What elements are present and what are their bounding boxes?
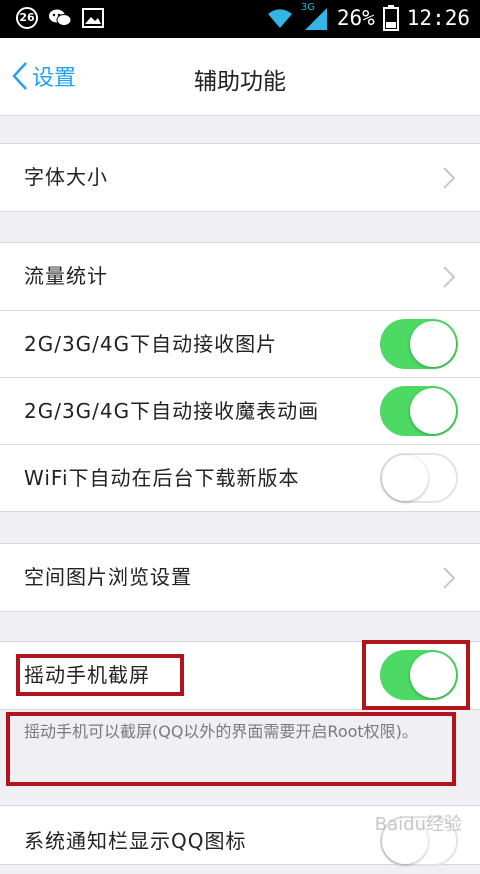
notification-badge-icon: 26	[16, 7, 38, 29]
battery-percent: 26%	[336, 6, 375, 30]
shake-screenshot-toggle[interactable]	[380, 650, 458, 700]
wechat-icon	[49, 9, 72, 26]
toggle-knob	[382, 455, 428, 501]
chevron-right-icon	[443, 167, 456, 189]
signal-icon	[304, 8, 327, 30]
toggle-knob	[410, 652, 456, 698]
auto-image-label: 2G/3G/4G下自动接收图片	[24, 332, 278, 356]
toggle-knob	[410, 388, 456, 434]
shake-group: 摇动手机截屏	[0, 641, 480, 710]
page-title: 辅助功能	[194, 69, 286, 95]
space-photo-label: 空间图片浏览设置	[24, 565, 192, 589]
traffic-stats-label: 流量统计	[24, 264, 108, 288]
shake-description: 摇动手机可以截屏(QQ以外的界面需要开启Root权限)。	[0, 709, 480, 805]
toggle-knob	[410, 321, 456, 367]
wifi-update-label: WiFi下自动在后台下载新版本	[24, 466, 300, 490]
auto-image-row: 2G/3G/4G下自动接收图片	[0, 310, 480, 377]
space-photo-row[interactable]: 空间图片浏览设置	[0, 544, 480, 611]
shake-description-text: 摇动手机可以截屏(QQ以外的界面需要开启Root权限)。	[24, 722, 418, 741]
wifi-update-toggle[interactable]	[380, 453, 458, 503]
space-photo-group: 空间图片浏览设置	[0, 543, 480, 612]
auto-emoticon-row: 2G/3G/4G下自动接收魔表动画	[0, 377, 480, 444]
chevron-right-icon	[443, 266, 456, 288]
auto-emoticon-toggle[interactable]	[380, 386, 458, 436]
traffic-stats-row[interactable]: 流量统计	[0, 243, 480, 310]
wifi-update-row: WiFi下自动在后台下载新版本	[0, 444, 480, 511]
status-bar: 26 3G 26% 12:26	[0, 0, 480, 38]
image-icon	[82, 8, 104, 28]
chevron-right-icon	[443, 567, 456, 589]
shake-screenshot-label: 摇动手机截屏	[24, 663, 150, 687]
font-size-label: 字体大小	[24, 165, 108, 189]
auto-emoticon-label: 2G/3G/4G下自动接收魔表动画	[24, 399, 320, 423]
clock: 12:26	[406, 6, 470, 30]
font-size-row[interactable]: 字体大小	[0, 144, 480, 211]
shake-screenshot-row: 摇动手机截屏	[0, 642, 480, 709]
watermark: Baidu经验	[374, 814, 462, 835]
notify-icon-label: 系统通知栏显示QQ图标	[24, 829, 247, 853]
auto-image-toggle[interactable]	[380, 319, 458, 369]
battery-icon	[382, 5, 399, 31]
font-group: 字体大小	[0, 143, 480, 212]
wifi-icon	[267, 9, 292, 28]
traffic-group: 流量统计 2G/3G/4G下自动接收图片 2G/3G/4G下自动接收魔表动画 W…	[0, 242, 480, 512]
navigation-bar: 设置 辅助功能	[0, 38, 480, 116]
